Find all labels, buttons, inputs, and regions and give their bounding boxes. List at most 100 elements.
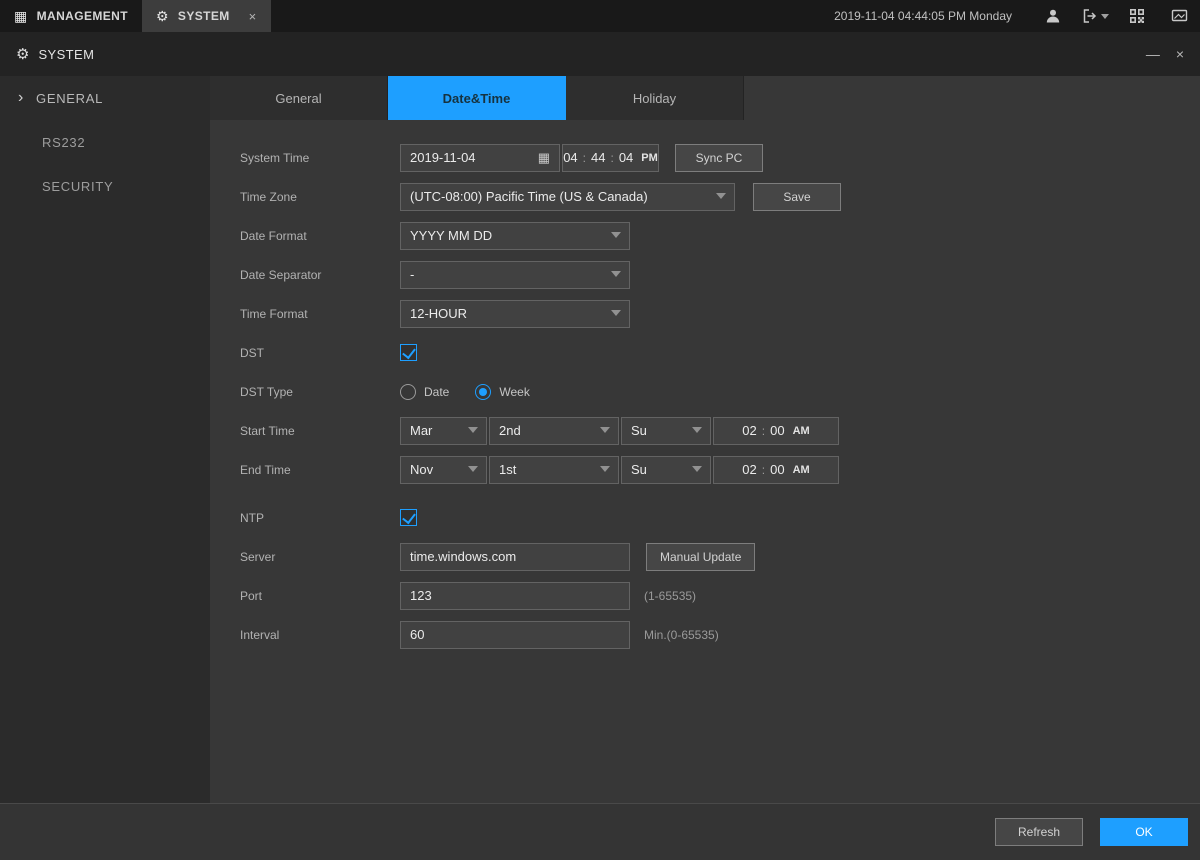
user-button[interactable] <box>1032 0 1074 32</box>
topbar-right: 2019-11-04 04:44:05 PM Monday <box>814 0 1200 32</box>
dst-checkbox[interactable] <box>400 344 417 361</box>
gear-icon: ⚙ <box>156 9 169 23</box>
form-row-dst-type: DST Type Date Week <box>240 372 1200 411</box>
chevron-down-icon <box>692 466 702 472</box>
close-tab-icon[interactable]: × <box>249 9 257 24</box>
hour-value[interactable]: 04 <box>563 150 577 165</box>
window-titlebar: ⚙ SYSTEM — × <box>0 32 1200 76</box>
time-separator: : <box>762 424 765 438</box>
field-label: Date Separator <box>240 268 400 282</box>
tab-general[interactable]: General <box>210 76 388 120</box>
start-month-dropdown[interactable]: Mar <box>400 417 487 445</box>
hour-value[interactable]: 02 <box>742 462 756 477</box>
radio-label: Week <box>499 385 529 399</box>
chevron-down-icon <box>468 466 478 472</box>
sidebar-item-rs232[interactable]: RS232 <box>0 120 210 164</box>
port-input[interactable] <box>400 582 630 610</box>
save-button[interactable]: Save <box>753 183 841 211</box>
form-row-time-format: Time Format 12-HOUR <box>240 294 1200 333</box>
logout-button[interactable] <box>1074 0 1116 32</box>
minute-value[interactable]: 00 <box>770 462 784 477</box>
end-month-dropdown[interactable]: Nov <box>400 456 487 484</box>
ntp-checkbox[interactable] <box>400 509 417 526</box>
tab-holiday[interactable]: Holiday <box>566 76 744 120</box>
chevron-down-icon <box>611 310 621 316</box>
field-label: Server <box>240 550 400 564</box>
sidebar-item-general[interactable]: › GENERAL <box>0 76 210 120</box>
chevron-down-icon <box>692 427 702 433</box>
start-month-value: Mar <box>410 423 432 438</box>
sidebar: › GENERAL RS232 SECURITY <box>0 76 210 803</box>
monitor-icon <box>1171 8 1188 24</box>
chevron-right-icon: › <box>18 89 24 107</box>
topbar-tab-system[interactable]: ⚙ SYSTEM × <box>142 0 271 32</box>
end-week-dropdown[interactable]: 1st <box>489 456 619 484</box>
sidebar-item-security[interactable]: SECURITY <box>0 164 210 208</box>
sidebar-item-label: SECURITY <box>42 179 113 194</box>
end-time-field[interactable]: 02 : 00 AM <box>713 456 839 484</box>
end-day-dropdown[interactable]: Su <box>621 456 711 484</box>
start-day-dropdown[interactable]: Su <box>621 417 711 445</box>
system-date-field[interactable]: 2019-11-04 ▦ <box>400 144 560 172</box>
interval-range-hint: Min.(0-65535) <box>644 628 719 642</box>
date-format-dropdown[interactable]: YYYY MM DD <box>400 222 630 250</box>
time-separator: : <box>610 151 613 165</box>
manual-update-button[interactable]: Manual Update <box>646 543 755 571</box>
minute-value[interactable]: 44 <box>591 150 605 165</box>
minimize-button[interactable]: — <box>1146 46 1160 62</box>
field-label: Start Time <box>240 424 400 438</box>
refresh-button[interactable]: Refresh <box>995 818 1083 846</box>
close-button[interactable]: × <box>1176 46 1184 62</box>
end-week-value: 1st <box>499 462 516 477</box>
form-row-interval: Interval Min.(0-65535) <box>240 615 1200 654</box>
end-month-value: Nov <box>410 462 433 477</box>
field-label: DST Type <box>240 385 400 399</box>
hour-value[interactable]: 02 <box>742 423 756 438</box>
system-time-field[interactable]: 04 : 44 : 04 PM <box>562 144 659 172</box>
dst-type-week-radio[interactable] <box>475 384 491 400</box>
radio-label: Date <box>424 385 449 399</box>
system-tab-label: SYSTEM <box>178 9 230 23</box>
start-time-field[interactable]: 02 : 00 AM <box>713 417 839 445</box>
second-value[interactable]: 04 <box>619 150 633 165</box>
dst-type-date-radio[interactable] <box>400 384 416 400</box>
sidebar-item-label: RS232 <box>42 135 85 150</box>
ampm-value[interactable]: AM <box>793 464 810 476</box>
start-week-dropdown[interactable]: 2nd <box>489 417 619 445</box>
ampm-value[interactable]: AM <box>793 425 810 437</box>
time-format-dropdown[interactable]: 12-HOUR <box>400 300 630 328</box>
date-time-form: System Time 2019-11-04 ▦ 04 : 44 : 04 PM… <box>210 120 1200 654</box>
main-panel: General Date&Time Holiday System Time 20… <box>210 76 1200 803</box>
server-input[interactable] <box>400 543 630 571</box>
ampm-value[interactable]: PM <box>641 152 658 164</box>
date-separator-value: - <box>410 267 414 282</box>
interval-input[interactable] <box>400 621 630 649</box>
minute-value[interactable]: 00 <box>770 423 784 438</box>
window-controls: — × <box>1146 46 1184 62</box>
logout-icon <box>1082 8 1098 24</box>
time-format-value: 12-HOUR <box>410 306 467 321</box>
field-label: End Time <box>240 463 400 477</box>
tab-date-time[interactable]: Date&Time <box>388 76 566 120</box>
field-label: Date Format <box>240 229 400 243</box>
user-icon <box>1045 8 1061 24</box>
management-tab-label: MANAGEMENT <box>37 9 128 23</box>
topbar-tab-management[interactable]: ▦ MANAGEMENT <box>0 0 142 32</box>
time-separator: : <box>583 151 586 165</box>
ok-button[interactable]: OK <box>1100 818 1188 846</box>
dst-type-radio-group: Date Week <box>400 384 530 400</box>
date-value: 2019-11-04 <box>410 150 476 165</box>
start-day-value: Su <box>631 423 647 438</box>
calendar-icon[interactable]: ▦ <box>538 151 550 164</box>
form-row-end-time: End Time Nov 1st Su 02 : <box>240 450 1200 489</box>
date-separator-dropdown[interactable]: - <box>400 261 630 289</box>
qr-code-icon <box>1129 8 1145 24</box>
form-row-time-zone: Time Zone (UTC-08:00) Pacific Time (US &… <box>240 177 1200 216</box>
form-row-date-separator: Date Separator - <box>240 255 1200 294</box>
form-row-date-format: Date Format YYYY MM DD <box>240 216 1200 255</box>
sync-pc-button[interactable]: Sync PC <box>675 144 763 172</box>
display-button[interactable] <box>1158 0 1200 32</box>
time-zone-dropdown[interactable]: (UTC-08:00) Pacific Time (US & Canada) <box>400 183 735 211</box>
qr-code-button[interactable] <box>1116 0 1158 32</box>
form-row-start-time: Start Time Mar 2nd Su 02 : <box>240 411 1200 450</box>
